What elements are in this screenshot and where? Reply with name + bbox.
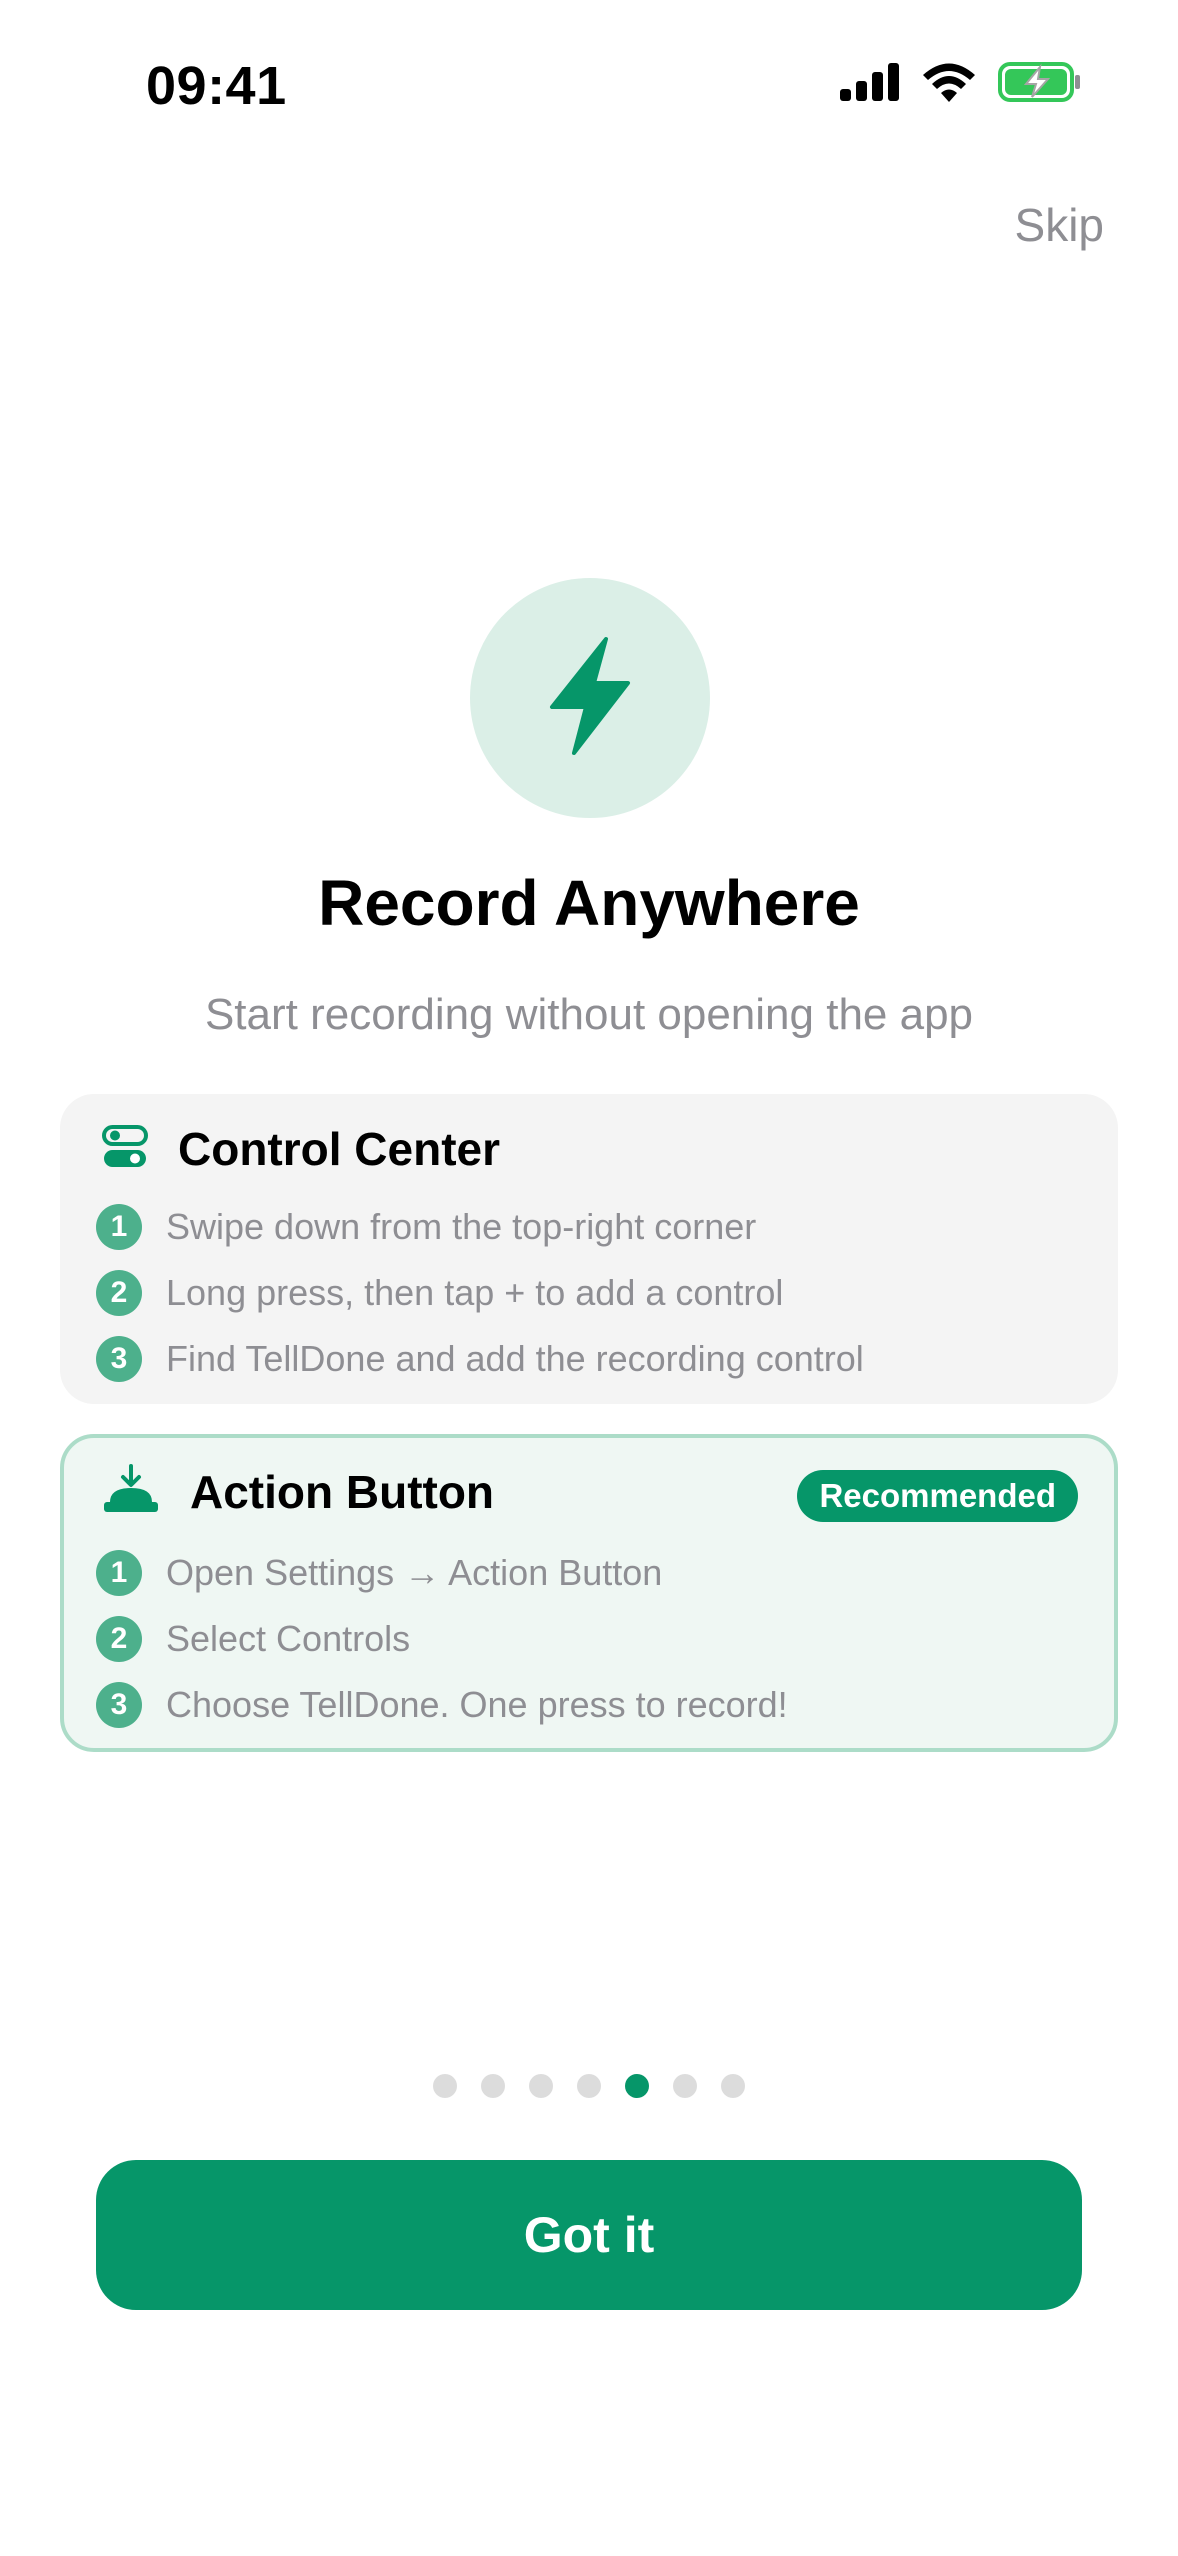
- recommended-badge: Recommended: [797, 1470, 1078, 1522]
- card-header: Control Center: [102, 1122, 500, 1176]
- control-center-card: Control Center 1 Swipe down from the top…: [60, 1094, 1118, 1404]
- status-icons: [840, 62, 1082, 102]
- list-item: 2 Long press, then tap + to add a contro…: [96, 1260, 864, 1326]
- step-number: 1: [96, 1204, 142, 1250]
- page-dot[interactable]: [529, 2074, 553, 2098]
- skip-button[interactable]: Skip: [1015, 198, 1104, 252]
- steps-list: 1 Open Settings → Action Button 2 Select…: [96, 1540, 788, 1738]
- step-text: Choose TellDone. One press to record!: [166, 1684, 788, 1725]
- page-dot[interactable]: [673, 2074, 697, 2098]
- onboarding-screen: 09:41 Skip Record Anywhere Start recordi…: [0, 0, 1178, 2556]
- step-number: 3: [96, 1336, 142, 1382]
- status-time: 09:41: [146, 56, 287, 116]
- action-button-card: Action Button Recommended 1 Open Setting…: [60, 1434, 1118, 1752]
- list-item: 2 Select Controls: [96, 1606, 788, 1672]
- step-number: 1: [96, 1550, 142, 1596]
- page-dot[interactable]: [577, 2074, 601, 2098]
- page-dot[interactable]: [721, 2074, 745, 2098]
- page-subtitle: Start recording without opening the app: [204, 990, 974, 1039]
- page-dot[interactable]: [433, 2074, 457, 2098]
- action-button-icon: [102, 1464, 160, 1519]
- signal-icon: [840, 63, 900, 101]
- steps-list: 1 Swipe down from the top-right corner 2…: [96, 1194, 864, 1392]
- toggle-switches-icon: [102, 1124, 148, 1175]
- page-dot-active[interactable]: [625, 2074, 649, 2098]
- page-dot[interactable]: [481, 2074, 505, 2098]
- card-title: Action Button: [190, 1465, 495, 1518]
- page-title: Record Anywhere: [318, 867, 860, 939]
- list-item: 1 Swipe down from the top-right corner: [96, 1194, 864, 1260]
- battery-charging-icon: [998, 62, 1082, 102]
- step-text: Select Controls: [166, 1618, 411, 1659]
- card-header: Action Button: [102, 1464, 494, 1519]
- lightning-bolt-icon: [548, 636, 632, 760]
- step-text: Long press, then tap + to add a control: [166, 1272, 784, 1313]
- step-number: 2: [96, 1270, 142, 1316]
- step-text: Swipe down from the top-right corner: [166, 1206, 757, 1247]
- step-text: Open Settings → Action Button: [166, 1552, 663, 1593]
- step-number: 2: [96, 1616, 142, 1662]
- step-text: Find TellDone and add the recording cont…: [166, 1338, 864, 1379]
- got-it-button[interactable]: Got it: [96, 2160, 1082, 2310]
- card-title: Control Center: [178, 1123, 500, 1175]
- step-number: 3: [96, 1682, 142, 1728]
- wifi-icon: [922, 62, 976, 102]
- list-item: 3 Choose TellDone. One press to record!: [96, 1672, 788, 1738]
- hero-icon-circle: [470, 578, 710, 818]
- page-indicator[interactable]: [0, 2074, 1178, 2098]
- list-item: 3 Find TellDone and add the recording co…: [96, 1326, 864, 1392]
- list-item: 1 Open Settings → Action Button: [96, 1540, 788, 1606]
